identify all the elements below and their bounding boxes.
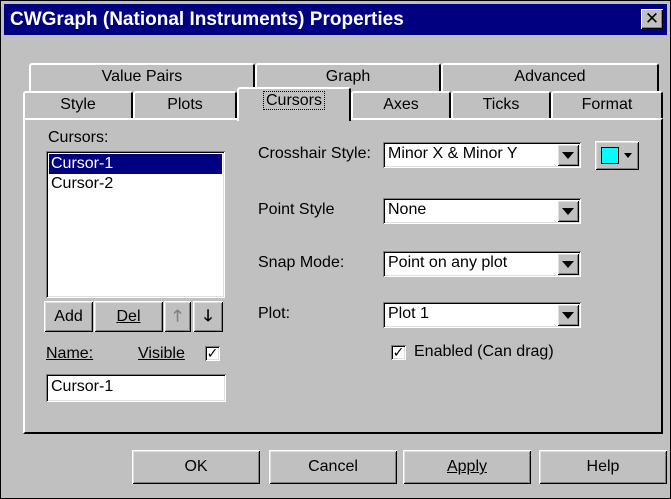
dropdown-button[interactable] bbox=[557, 144, 579, 166]
snap-mode-label: Snap Mode: bbox=[258, 254, 344, 272]
ok-button-label: OK bbox=[184, 458, 208, 475]
tab-label: Format bbox=[581, 96, 633, 113]
snap-mode-select[interactable]: Point on any plot bbox=[383, 251, 581, 277]
visible-checkbox[interactable]: ✓ bbox=[205, 346, 220, 361]
cursors-list-label: Cursors: bbox=[48, 129, 109, 146]
list-item[interactable]: Cursor-2 bbox=[46, 174, 225, 194]
checkmark-icon: ✓ bbox=[206, 345, 219, 361]
color-swatch bbox=[601, 147, 619, 164]
apply-button-label: Apply bbox=[446, 458, 488, 475]
crosshair-color-button[interactable] bbox=[595, 141, 639, 170]
crosshair-style-label-text: Crosshair Style: bbox=[258, 145, 371, 162]
title-bar[interactable]: CWGraph (National Instruments) Propertie… bbox=[4, 4, 667, 35]
ok-button[interactable]: OK bbox=[132, 450, 260, 484]
apply-button[interactable]: Apply bbox=[403, 450, 531, 484]
chevron-down-icon bbox=[562, 208, 574, 215]
cancel-button[interactable]: Cancel bbox=[269, 450, 397, 484]
chevron-down-icon bbox=[562, 261, 574, 268]
snap-mode-label-text: Snap Mode: bbox=[258, 254, 345, 271]
close-icon: ✕ bbox=[644, 9, 660, 28]
crosshair-style-select[interactable]: Minor X & Minor Y bbox=[383, 142, 581, 168]
checkmark-icon: ✓ bbox=[392, 344, 405, 360]
tab-advanced[interactable]: Advanced bbox=[441, 63, 659, 91]
crosshair-style-label: Crosshair Style: bbox=[258, 145, 371, 163]
tab-label: Advanced bbox=[514, 68, 586, 85]
plot-label: Plot: bbox=[258, 305, 290, 323]
tab-plots[interactable]: Plots bbox=[133, 91, 237, 119]
chevron-down-icon bbox=[624, 153, 632, 158]
add-button-label: Add bbox=[54, 308, 83, 325]
visible-label-text: Visible bbox=[138, 345, 185, 362]
cancel-button-label: Cancel bbox=[308, 458, 358, 475]
arrow-up-icon: 🡑 bbox=[173, 308, 182, 325]
delete-button-label: Del bbox=[116, 308, 141, 325]
enabled-checkbox[interactable]: ✓ bbox=[391, 345, 406, 360]
tab-ticks[interactable]: Ticks bbox=[451, 91, 551, 119]
name-field-value: Cursor-1 bbox=[51, 378, 114, 395]
tab-style[interactable]: Style bbox=[23, 91, 133, 119]
dropdown-button[interactable] bbox=[557, 253, 579, 275]
tab-label: Ticks bbox=[482, 96, 520, 113]
chevron-down-icon bbox=[562, 152, 574, 159]
name-label-text: Name: bbox=[46, 345, 94, 362]
cursors-panel: Cursors: Cursor-1 Cursor-2 Add Del 🡑 🡓 N… bbox=[23, 118, 663, 434]
plot-select[interactable]: Plot 1 bbox=[383, 302, 581, 328]
close-button[interactable]: ✕ bbox=[641, 9, 663, 29]
enabled-label: Enabled (Can drag) bbox=[414, 343, 554, 361]
enabled-label-text: Enabled (Can drag) bbox=[414, 343, 554, 360]
tab-label: Plots bbox=[167, 96, 203, 113]
tab-label: Axes bbox=[383, 96, 419, 113]
arrow-down-icon: 🡓 bbox=[203, 308, 213, 325]
tab-value-pairs[interactable]: Value Pairs bbox=[29, 63, 255, 91]
name-label: Name: bbox=[46, 345, 93, 363]
tab-label: Style bbox=[60, 96, 96, 113]
tab-format[interactable]: Format bbox=[551, 91, 663, 119]
point-style-select[interactable]: None bbox=[383, 198, 581, 224]
tab-label: Value Pairs bbox=[101, 68, 183, 85]
properties-dialog: CWGraph (National Instruments) Propertie… bbox=[0, 0, 671, 499]
move-down-button[interactable]: 🡓 bbox=[193, 301, 223, 332]
plot-value: Plot 1 bbox=[388, 305, 429, 322]
snap-mode-value: Point on any plot bbox=[388, 254, 508, 271]
tab-label: Graph bbox=[325, 68, 371, 85]
chevron-down-icon bbox=[562, 312, 574, 319]
tab-cursors[interactable]: Cursors bbox=[237, 87, 351, 121]
visible-label: Visible bbox=[138, 345, 185, 363]
crosshair-style-value: Minor X & Minor Y bbox=[388, 145, 518, 162]
move-up-button[interactable]: 🡑 bbox=[164, 301, 191, 332]
window-title: CWGraph (National Instruments) Propertie… bbox=[10, 8, 404, 30]
dropdown-button[interactable] bbox=[557, 304, 579, 326]
help-button-label: Help bbox=[586, 458, 620, 475]
dropdown-button[interactable] bbox=[557, 200, 579, 222]
point-style-label: Point Style bbox=[258, 201, 334, 219]
help-button[interactable]: Help bbox=[539, 450, 667, 484]
name-field[interactable]: Cursor-1 bbox=[46, 374, 226, 402]
tab-label: Cursors bbox=[262, 91, 326, 110]
tab-axes[interactable]: Axes bbox=[351, 91, 451, 119]
point-style-label-text: Point Style bbox=[258, 201, 335, 218]
delete-button[interactable]: Del bbox=[94, 301, 163, 332]
list-item[interactable]: Cursor-1 bbox=[49, 154, 222, 174]
cursors-listbox[interactable]: Cursor-1 Cursor-2 bbox=[46, 151, 225, 298]
plot-label-text: Plot: bbox=[258, 305, 291, 322]
add-button[interactable]: Add bbox=[44, 301, 93, 332]
point-style-value: None bbox=[388, 201, 427, 218]
